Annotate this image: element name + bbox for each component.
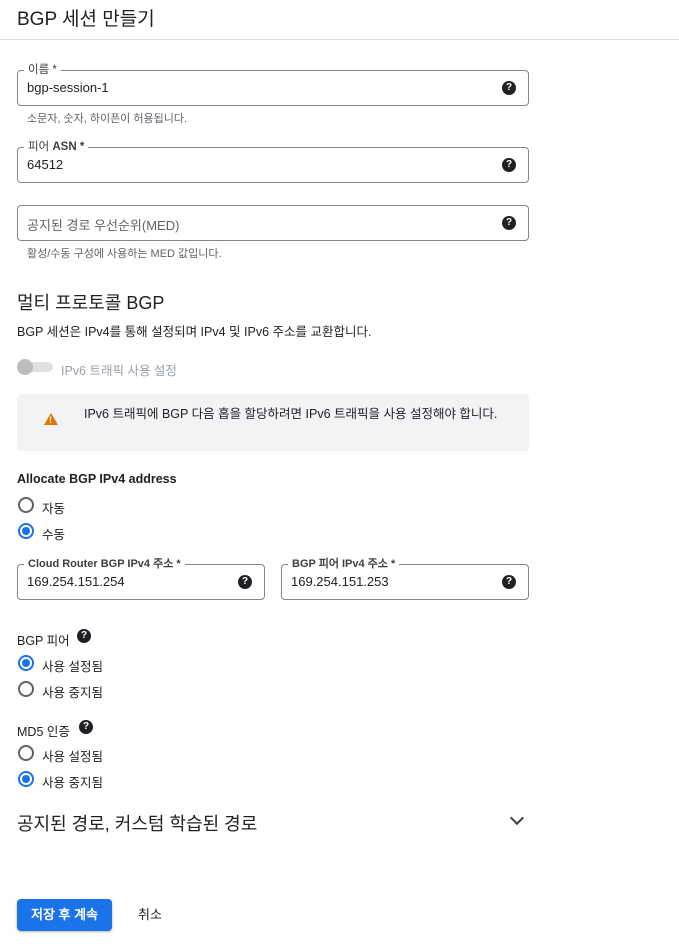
bgp-peer-disabled-radio[interactable] bbox=[18, 681, 34, 697]
page-header: BGP 세션 만들기 bbox=[0, 0, 679, 40]
allocate-auto-radio[interactable] bbox=[18, 497, 34, 513]
page-title: BGP 세션 만들기 bbox=[17, 9, 155, 30]
name-field-label: 이름 * bbox=[24, 63, 61, 77]
router-ipv4-field[interactable]: Cloud Router BGP IPv4 주소 * 169.254.151.2… bbox=[17, 557, 265, 600]
med-hint: 활성/수동 구성에 사용하는 MED 값입니다. bbox=[27, 248, 222, 260]
peer-ipv4-input[interactable]: 169.254.151.253 bbox=[291, 574, 389, 589]
save-continue-button[interactable]: 저장 후 계속 bbox=[17, 899, 112, 931]
md5-enabled-radio[interactable] bbox=[18, 745, 34, 761]
bgp-peer-enabled-label[interactable]: 사용 설정됨 bbox=[42, 656, 103, 675]
help-icon[interactable]: ? bbox=[502, 158, 516, 172]
ipv6-warning: ! IPv6 트래픽에 BGP 다음 홉을 할당하려면 IPv6 트래픽을 사용… bbox=[17, 394, 529, 451]
routes-section-title[interactable]: 공지된 경로, 커스텀 학습된 경로 bbox=[17, 810, 257, 836]
peer-ipv4-field[interactable]: BGP 피어 IPv4 주소 * 169.254.151.253 ? bbox=[281, 557, 529, 600]
help-icon[interactable]: ? bbox=[238, 575, 252, 589]
cancel-button[interactable]: 취소 bbox=[128, 899, 172, 931]
multiprotocol-description: BGP 세션은 IPv4를 통해 설정되며 IPv4 및 IPv6 주소를 교환… bbox=[17, 325, 372, 339]
name-field[interactable]: 이름 * bgp-session-1 ? bbox=[17, 63, 529, 106]
ipv6-toggle-label: IPv6 트래픽 사용 설정 bbox=[61, 364, 177, 378]
allocate-auto-label[interactable]: 자동 bbox=[42, 498, 65, 517]
help-icon[interactable]: ? bbox=[502, 575, 516, 589]
help-icon[interactable]: ? bbox=[79, 720, 93, 734]
peer-asn-label: 피어 ASN * bbox=[24, 140, 89, 154]
allocate-manual-radio[interactable] bbox=[18, 523, 34, 539]
bgp-peer-title: BGP 피어 bbox=[17, 634, 70, 648]
md5-disabled-label[interactable]: 사용 중지됨 bbox=[42, 772, 103, 791]
md5-title: MD5 인증 bbox=[17, 725, 70, 739]
multiprotocol-title: 멀티 프로토콜 BGP bbox=[17, 293, 165, 313]
router-ipv4-label: Cloud Router BGP IPv4 주소 * bbox=[24, 557, 185, 571]
allocate-title: Allocate BGP IPv4 address bbox=[17, 472, 177, 486]
peer-asn-input[interactable]: 64512 bbox=[27, 157, 63, 172]
peer-asn-field[interactable]: 피어 ASN * 64512 ? bbox=[17, 140, 529, 183]
peer-ipv4-label: BGP 피어 IPv4 주소 * bbox=[288, 557, 400, 571]
med-field[interactable]: 공지된 경로 우선순위(MED) ? bbox=[17, 205, 529, 241]
warning-icon: ! bbox=[44, 413, 58, 425]
router-ipv4-input[interactable]: 169.254.151.254 bbox=[27, 574, 125, 589]
help-icon[interactable]: ? bbox=[502, 216, 516, 230]
bgp-peer-disabled-label[interactable]: 사용 중지됨 bbox=[42, 682, 103, 701]
bgp-peer-enabled-radio[interactable] bbox=[18, 655, 34, 671]
help-icon[interactable]: ? bbox=[77, 629, 91, 643]
allocate-manual-label[interactable]: 수동 bbox=[42, 524, 65, 543]
chevron-down-icon[interactable] bbox=[509, 812, 525, 828]
md5-enabled-label[interactable]: 사용 설정됨 bbox=[42, 746, 103, 765]
ipv6-toggle[interactable] bbox=[17, 359, 53, 375]
toggle-knob bbox=[17, 359, 33, 375]
med-input[interactable]: 공지된 경로 우선순위(MED) bbox=[27, 215, 179, 234]
help-icon[interactable]: ? bbox=[502, 81, 516, 95]
name-input[interactable]: bgp-session-1 bbox=[27, 80, 109, 95]
md5-disabled-radio[interactable] bbox=[18, 771, 34, 787]
name-hint: 소문자, 숫자, 하이픈이 허용됩니다. bbox=[27, 113, 188, 125]
warning-text: IPv6 트래픽에 BGP 다음 홉을 할당하려면 IPv6 트래픽을 사용 설… bbox=[84, 407, 498, 421]
